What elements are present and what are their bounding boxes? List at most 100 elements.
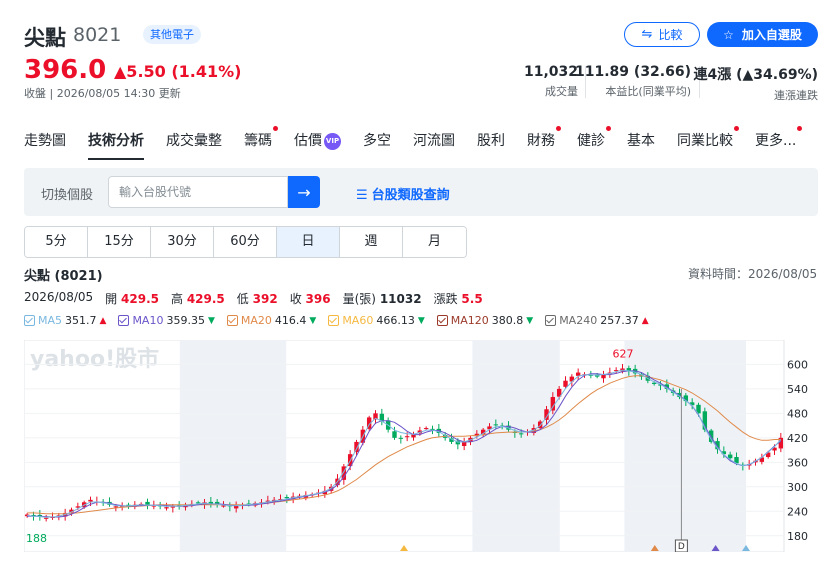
highlight-band (624, 340, 746, 552)
tab-1[interactable]: 技術分析 (88, 130, 144, 160)
tab-5[interactable]: 多空 (363, 130, 391, 160)
compare-label: 比較 (658, 28, 683, 42)
add-watchlist-button[interactable]: ☆ 加入自選股 (707, 22, 818, 47)
max-label: 627 (613, 347, 634, 360)
ohlc-low-label: 低 (236, 292, 249, 306)
legend-name: MA20 (240, 314, 272, 327)
stat-streak: 連4漲 (▲34.69%) 連漲連跌 (694, 64, 819, 103)
candle-body (575, 372, 581, 376)
ohlc-volume-label: 量(張) (342, 292, 376, 306)
ohlc-open-value: 429.5 (121, 292, 159, 306)
down-arrow-icon: ▼ (207, 315, 215, 326)
tab-label: 河流圖 (413, 133, 455, 149)
period-2[interactable]: 30分 (151, 227, 214, 257)
ohlc-low-value: 392 (252, 292, 278, 306)
legend-name: MA120 (450, 314, 489, 327)
stat-volume: 11,032 成交量 (524, 64, 578, 99)
checkbox-icon[interactable] (328, 315, 340, 326)
legend-value: 466.13 (376, 314, 415, 327)
period-1[interactable]: 15分 (88, 227, 151, 257)
tab-label: 走勢圖 (24, 133, 66, 149)
candle-body (195, 502, 201, 504)
ohlc-high-label: 高 (170, 292, 183, 306)
legend-name: MA10 (132, 314, 164, 327)
tab-label: 多空 (363, 133, 391, 149)
up-arrow-icon: ▲ (641, 315, 649, 326)
search-label: 切換個股 (41, 188, 94, 203)
stat-pe-value: 111.89 (32.66) (575, 64, 691, 80)
candlestick-chart[interactable]: yahoo!股市 600 540 480 420 360 300 240 180 627 188 D (24, 340, 818, 552)
candle-body (404, 436, 410, 438)
legend-ma60[interactable]: MA60 466.13 ▼ (328, 314, 425, 327)
tab-6[interactable]: 河流圖 (413, 130, 455, 160)
tab-2[interactable]: 成交彙整 (166, 130, 222, 160)
stock-search-input[interactable] (108, 176, 288, 208)
checkbox-icon[interactable] (545, 315, 557, 326)
candle-body (392, 431, 397, 438)
y-tick-label: 480 (787, 407, 808, 420)
legend-value: 351.7 (65, 314, 97, 327)
tab-label: 估價 (294, 133, 322, 149)
period-3[interactable]: 60分 (214, 227, 277, 257)
tab-8[interactable]: 財務 (527, 126, 561, 160)
candle-body (398, 437, 404, 439)
watch-label: 加入自選股 (741, 28, 802, 42)
candle-body (354, 441, 359, 453)
watermark: yahoo!股市 (30, 346, 159, 372)
down-arrow-icon: ▼ (526, 315, 534, 326)
tab-12[interactable]: 更多... (755, 126, 803, 160)
tab-11[interactable]: 同業比較 (677, 126, 739, 160)
stat-streak-label: 連漲連跌 (774, 89, 818, 102)
period-4[interactable]: 日 (277, 227, 340, 257)
candle-body (43, 517, 49, 519)
checkbox-icon[interactable] (226, 315, 238, 326)
arrow-right-icon: → (297, 182, 311, 202)
close-time: 收盤 | 2026/08/05 14:30 更新 (24, 87, 181, 100)
notification-dot (556, 126, 561, 131)
candle-body (113, 506, 119, 508)
category-badge[interactable]: 其他電子 (143, 25, 201, 44)
list-icon: ☰ (356, 188, 368, 203)
candle-body (164, 507, 169, 509)
period-selector: 5分 15分 30分 60分日週月 (24, 226, 467, 258)
tab-label: 股利 (477, 133, 505, 149)
legend-name: MA60 (342, 314, 374, 327)
highlight-band (179, 340, 287, 552)
compare-button[interactable]: ⇋ 比較 (624, 22, 700, 47)
candle-body (563, 380, 568, 387)
tab-7[interactable]: 股利 (477, 130, 505, 160)
tab-4[interactable]: 估價 VIP (294, 130, 341, 160)
down-arrow-icon: ▼ (309, 315, 317, 326)
sector-search-link[interactable]: ☰ 台股類股查詢 (356, 184, 450, 203)
period-0[interactable]: 5分 (25, 227, 88, 257)
period-5[interactable]: 週 (340, 227, 403, 257)
legend-ma240[interactable]: MA240 257.37 ▲ (545, 314, 649, 327)
legend-ma20[interactable]: MA20 416.4 ▼ (226, 314, 317, 327)
candle-body (221, 505, 226, 507)
period-6[interactable]: 月 (403, 227, 466, 257)
ohlc-close-value: 396 (305, 292, 331, 306)
y-tick-label: 360 (787, 456, 808, 469)
stat-streak-value: 連4漲 (▲34.69%) (693, 67, 819, 83)
tab-0[interactable]: 走勢圖 (24, 130, 66, 160)
tab-9[interactable]: 健診 (577, 126, 611, 160)
legend-value: 416.4 (274, 314, 307, 327)
ohlc-volume: 量(張) 11032 (343, 290, 422, 307)
vip-badge: VIP (324, 132, 341, 150)
chart-title: 尖點 (8021) (24, 269, 103, 284)
checkbox-icon[interactable] (24, 315, 35, 326)
tab-3[interactable]: 籌碼 (244, 126, 278, 160)
ohlc-open: 開 429.5 (105, 290, 159, 307)
ohlc-row: 2026/08/05 開 429.5 高 429.5 低 392 收 396 量… (24, 290, 483, 307)
ma-legend: MA5 351.7 ▲ MA10 359.35 ▼ MA20 416.4 ▼ MA60 466.13… (24, 314, 649, 327)
legend-ma5[interactable]: MA5 351.7 ▲ (24, 314, 106, 327)
legend-ma120[interactable]: MA120 380.8 ▼ (436, 314, 534, 327)
y-tick-label: 300 (787, 481, 808, 494)
notification-dot (273, 126, 278, 131)
checkbox-icon[interactable] (436, 315, 448, 326)
legend-ma10[interactable]: MA10 359.35 ▼ (118, 314, 215, 327)
checkbox-icon[interactable] (118, 315, 130, 326)
tab-10[interactable]: 基本 (627, 130, 655, 160)
y-tick-label: 540 (787, 383, 808, 396)
search-submit-button[interactable]: → (288, 176, 320, 208)
